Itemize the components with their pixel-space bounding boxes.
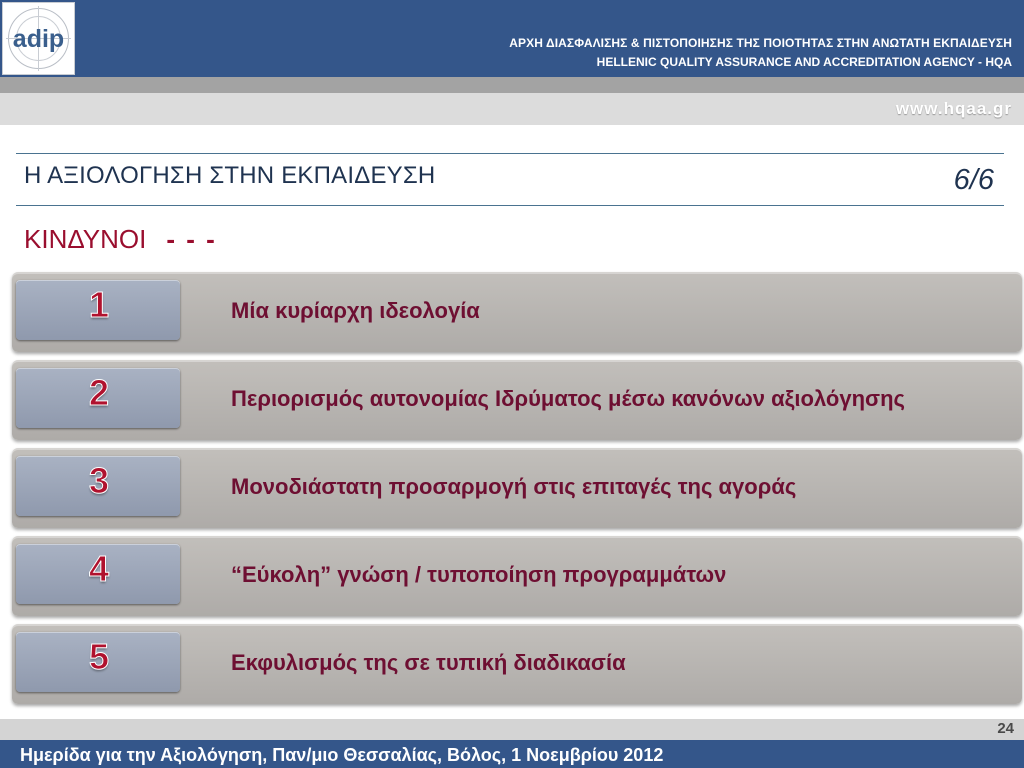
risk-row: 3 Μονοδιάστατη προσαρμογή στις επιταγές … xyxy=(12,448,1022,528)
slide-counter: 6/6 xyxy=(953,164,994,196)
risk-number-box: 2 xyxy=(16,368,180,428)
risk-text: “Εύκολη” γνώση / τυποποίηση προγραμμάτων xyxy=(231,562,727,587)
page-number: 24 xyxy=(997,720,1014,737)
website-link[interactable]: www.hqaa.gr xyxy=(896,99,1012,119)
event-caption: Ημερίδα για την Αξιολόγηση, Παν/μιο Θεσσ… xyxy=(20,745,664,765)
page-title: Η ΑΞΙΟΛΟΓΗΣΗ ΣΤΗΝ ΕΚΠΑΙΔΕΥΣΗ xyxy=(24,162,436,189)
risk-number-box: 1 xyxy=(16,280,180,340)
risk-row: 5 Εκφυλισμός της σε τυπική διαδικασία xyxy=(12,624,1022,704)
hqaa-logo-icon: adip xyxy=(2,2,75,75)
risk-number: 1 xyxy=(88,284,110,326)
title-bottom-rule xyxy=(16,205,1004,206)
risk-number-box: 3 xyxy=(16,456,180,516)
risk-text: Μονοδιάστατη προσαρμογή στις επιταγές τη… xyxy=(231,474,797,499)
risk-number: 5 xyxy=(88,636,110,678)
risk-text: Περιορισμός αυτονομίας Ιδρύματος μέσω κα… xyxy=(231,386,905,411)
header-bar: adip ΑΡΧΗ ΔΙΑΣΦΑΛΙΣΗΣ & ΠΙΣΤΟΠΟΙΗΣΗΣ ΤΗΣ… xyxy=(0,0,1024,77)
risk-number-box: 4 xyxy=(16,544,180,604)
website-band xyxy=(0,93,1024,125)
title-top-rule xyxy=(16,153,1004,154)
risk-row: 4 “Εύκολη” γνώση / τυποποίηση προγραμμάτ… xyxy=(12,536,1022,616)
risk-text: Μία κυρίαρχη ιδεολογία xyxy=(231,298,480,323)
risk-row: 2 Περιορισμός αυτονομίας Ιδρύματος μέσω … xyxy=(12,360,1022,440)
risk-number: 2 xyxy=(88,372,110,414)
risk-number-box: 5 xyxy=(16,632,180,692)
svg-text:adip: adip xyxy=(13,25,64,53)
risk-text: Εκφυλισμός της σε τυπική διαδικασία xyxy=(231,650,626,675)
section-title-text: ΚΙΝΔΥΝΟΙ xyxy=(24,224,147,254)
risk-row: 1 Μία κυρίαρχη ιδεολογία xyxy=(12,272,1022,352)
agency-name-greek: ΑΡΧΗ ΔΙΑΣΦΑΛΙΣΗΣ & ΠΙΣΤΟΠΟΙΗΣΗΣ ΤΗΣ ΠΟΙΟ… xyxy=(509,36,1012,50)
footer-band xyxy=(0,719,1024,740)
agency-name-english: HELLENIC QUALITY ASSURANCE AND ACCREDITA… xyxy=(596,55,1012,69)
risk-number: 3 xyxy=(88,460,110,502)
section-title: ΚΙΝΔΥΝΟΙ - - - xyxy=(24,224,217,255)
risk-number: 4 xyxy=(88,548,110,590)
section-title-dashes: - - - xyxy=(166,224,217,254)
header-divider-band xyxy=(0,77,1024,93)
